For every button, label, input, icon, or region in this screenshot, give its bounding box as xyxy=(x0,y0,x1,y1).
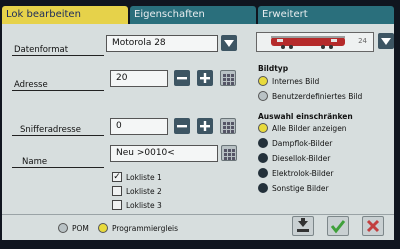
main-panel: Datenformat Motorola 28 Adresse 20 Sniff… xyxy=(2,24,394,214)
keypad-icon xyxy=(224,149,235,160)
adresse-minus-button[interactable] xyxy=(174,70,190,86)
alle-bilder-radio[interactable] xyxy=(258,123,268,133)
x-cross-icon xyxy=(366,219,380,233)
sniffer-plus-button[interactable] xyxy=(197,118,213,134)
save-button[interactable] xyxy=(292,216,314,236)
minus-icon xyxy=(177,77,187,80)
internes-bild-radio[interactable] xyxy=(258,76,268,86)
divider xyxy=(12,90,104,91)
alle-bilder-label: Alle Bilder anzeigen xyxy=(272,124,347,133)
divider xyxy=(12,55,104,56)
triangle-down-icon xyxy=(224,40,234,47)
screen: Lok bearbeiten Eigenschaften Erweitert D… xyxy=(0,0,400,249)
sonstige-label: Sonstige Bilder xyxy=(272,184,329,193)
sniffer-keypad-button[interactable] xyxy=(220,118,236,134)
dampflok-label: Dampflok-Bilder xyxy=(272,139,333,148)
elektrolok-radio[interactable] xyxy=(258,168,268,178)
cancel-button[interactable] xyxy=(362,216,384,236)
tab-lok-bearbeiten[interactable]: Lok bearbeiten xyxy=(2,6,128,24)
pom-radio[interactable] xyxy=(58,223,68,233)
minus-icon xyxy=(177,125,187,128)
datenformat-select[interactable]: Motorola 28 xyxy=(106,35,218,52)
pom-label: POM xyxy=(72,224,89,233)
triangle-down-icon xyxy=(381,38,391,45)
preview-dropdown-button[interactable] xyxy=(378,33,394,49)
ok-button[interactable] xyxy=(327,216,349,236)
dampflok-radio[interactable] xyxy=(258,138,268,148)
checkmark-icon xyxy=(330,220,346,234)
benutzerdefiniertes-bild-label: Benutzerdefiniertes Bild xyxy=(272,92,363,101)
lokliste-3-label: Lokliste 3 xyxy=(126,201,162,210)
save-arrow-icon xyxy=(297,218,309,232)
checkmark-icon: ✓ xyxy=(113,172,121,182)
lokliste-2-checkbox[interactable] xyxy=(112,186,122,196)
sonstige-radio[interactable] xyxy=(258,183,268,193)
snifferadresse-input[interactable]: 0 xyxy=(110,118,168,135)
keypad-icon xyxy=(223,74,234,85)
plus-icon xyxy=(200,73,210,83)
keypad-icon xyxy=(223,122,234,133)
snifferadresse-label: Snifferadresse xyxy=(20,125,81,135)
name-label: Name xyxy=(22,157,48,167)
plus-icon xyxy=(200,121,210,131)
bildtyp-title: Bildtyp xyxy=(258,64,289,73)
tab-eigenschaften[interactable]: Eigenschaften xyxy=(130,6,256,24)
benutzerdefiniertes-bild-radio[interactable] xyxy=(258,91,268,101)
loco-number: 24 xyxy=(358,37,367,45)
diesellok-radio[interactable] xyxy=(258,153,268,163)
elektrolok-label: Elektrolok-Bilder xyxy=(272,169,334,178)
name-keyboard-button[interactable] xyxy=(221,145,237,161)
dropdown-button[interactable] xyxy=(221,35,237,51)
lokliste-1-label: Lokliste 1 xyxy=(126,173,162,182)
locomotive-image xyxy=(271,36,345,49)
auswahl-title: Auswahl einschränken xyxy=(258,112,353,121)
adresse-keypad-button[interactable] xyxy=(220,70,236,86)
programmiergleis-radio[interactable] xyxy=(98,223,108,233)
divider xyxy=(12,135,104,136)
adresse-label: Adresse xyxy=(14,80,48,90)
tab-erweitert[interactable]: Erweitert xyxy=(258,6,394,24)
programmiergleis-label: Programmiergleis xyxy=(112,224,179,233)
divider xyxy=(12,167,104,168)
lokliste-1-checkbox[interactable]: ✓ xyxy=(112,172,122,182)
datenformat-label: Datenformat xyxy=(14,45,69,55)
sniffer-minus-button[interactable] xyxy=(174,118,190,134)
locomotive-preview[interactable]: 24 xyxy=(256,32,374,52)
diesellok-label: Diesellok-Bilder xyxy=(272,154,331,163)
adresse-plus-button[interactable] xyxy=(197,70,213,86)
internes-bild-label: Internes Bild xyxy=(272,77,320,86)
adresse-input[interactable]: 20 xyxy=(110,70,168,87)
lokliste-2-label: Lokliste 2 xyxy=(126,187,162,196)
name-input[interactable]: Neu >0010< xyxy=(110,145,218,162)
lokliste-3-checkbox[interactable] xyxy=(112,200,122,210)
